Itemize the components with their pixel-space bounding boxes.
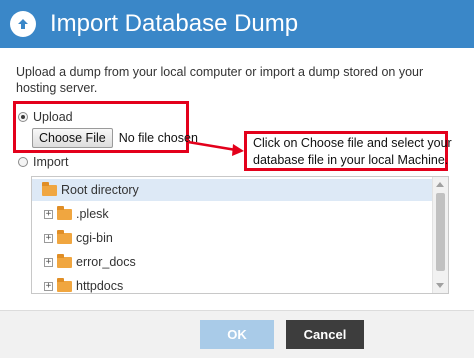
folder-icon: [57, 229, 72, 244]
annotation-callout: Click on Choose file and select your dat…: [244, 131, 452, 171]
tree-item-label: httpdocs: [76, 279, 124, 293]
tree-item-label: error_docs: [76, 255, 136, 269]
tree-row[interactable]: + httpdocs: [32, 275, 124, 293]
tree-scrollbar[interactable]: [432, 177, 448, 293]
tree-root-label: Root directory: [61, 183, 139, 197]
annotation-line-2: database file in your local Machine.: [253, 153, 449, 167]
folder-icon: [57, 253, 72, 268]
expand-icon[interactable]: +: [44, 209, 53, 219]
cancel-button[interactable]: Cancel: [286, 320, 364, 349]
expand-icon[interactable]: +: [44, 233, 53, 243]
scroll-down-icon[interactable]: [436, 283, 444, 288]
directory-tree[interactable]: Root directory + .plesk + cgi-bin + erro…: [31, 176, 449, 294]
ok-button[interactable]: OK: [200, 320, 274, 349]
tree-row[interactable]: + cgi-bin: [32, 227, 113, 249]
scroll-up-icon[interactable]: [436, 182, 444, 187]
tree-item-label: cgi-bin: [76, 231, 113, 245]
dialog-footer: OK Cancel: [0, 310, 474, 358]
tree-row-root[interactable]: Root directory: [32, 179, 442, 201]
folder-icon: [42, 181, 57, 196]
folder-icon: [57, 277, 72, 292]
expand-icon[interactable]: +: [44, 257, 53, 267]
scroll-thumb[interactable]: [436, 193, 445, 271]
tree-row[interactable]: + error_docs: [32, 251, 136, 273]
expand-icon[interactable]: +: [44, 281, 53, 291]
import-option[interactable]: Import: [18, 155, 68, 169]
annotation-line-1: Click on Choose file and select your: [253, 136, 452, 150]
folder-icon: [57, 205, 72, 220]
tree-item-label: .plesk: [76, 207, 109, 221]
import-radio[interactable]: [18, 157, 28, 167]
tree-row[interactable]: + .plesk: [32, 203, 109, 225]
import-radio-label: Import: [33, 155, 69, 169]
